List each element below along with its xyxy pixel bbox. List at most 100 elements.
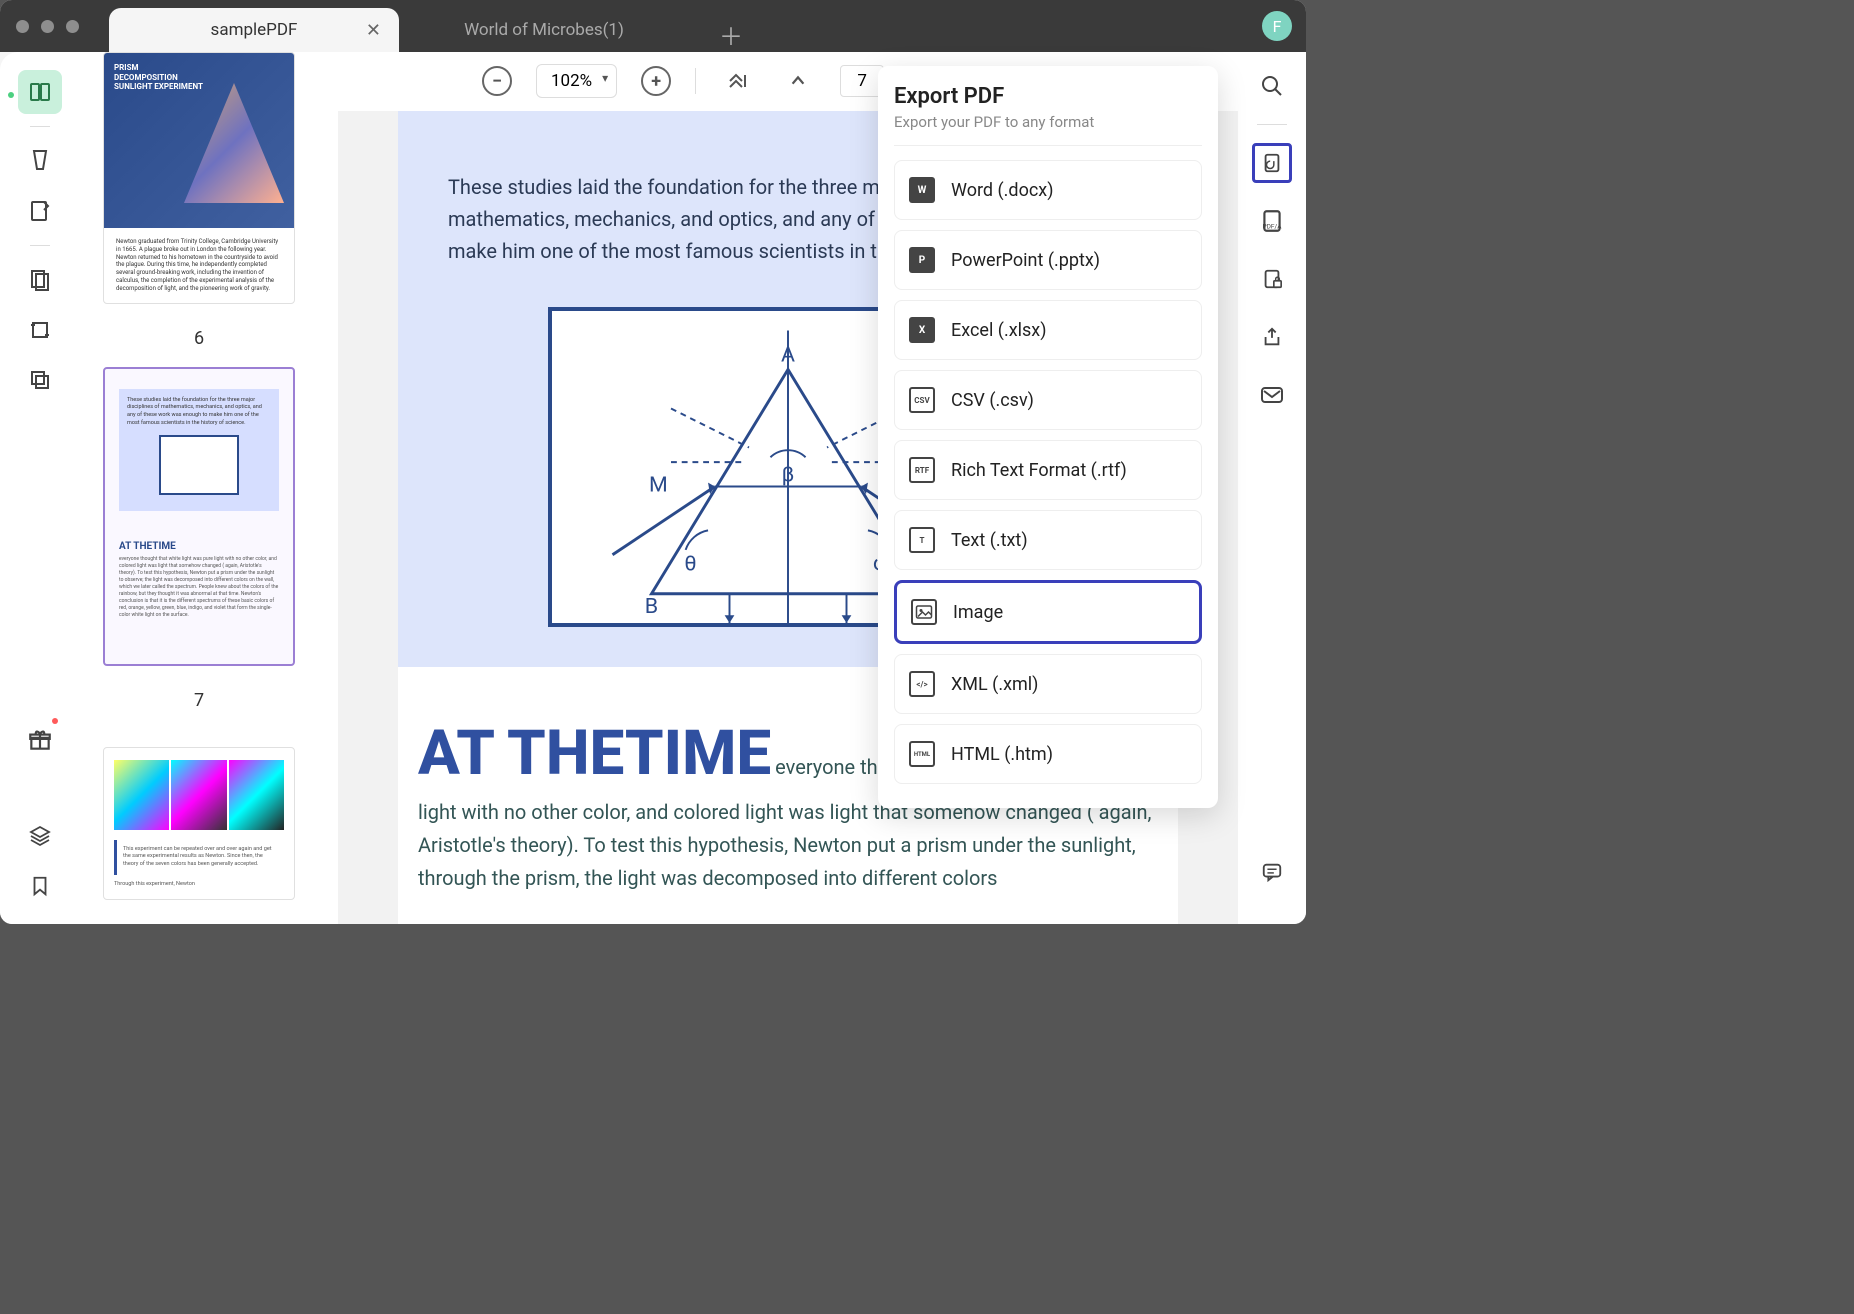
first-page-button[interactable] (720, 63, 756, 99)
thumb-7-heading: AT THETIME (119, 541, 279, 552)
search-button[interactable] (1252, 66, 1292, 106)
export-word-label: Word (.docx) (951, 180, 1053, 201)
html-icon: HTML (909, 741, 935, 767)
layers-icon (28, 824, 52, 848)
crop-tool[interactable] (18, 308, 62, 352)
export-html[interactable]: HTML HTML (.htm) (894, 724, 1202, 784)
page-thumbnail-6[interactable]: PRISM DECOMPOSITION SUNLIGHT EXPERIMENT … (103, 52, 295, 304)
export-rtf[interactable]: RTF Rich Text Format (.rtf) (894, 440, 1202, 500)
export-rtf-label: Rich Text Format (.rtf) (951, 460, 1127, 481)
comments-button[interactable] (1252, 852, 1292, 892)
prev-page-button[interactable] (780, 63, 816, 99)
thumbnails-tool[interactable] (18, 70, 62, 114)
csv-icon: CSV (909, 387, 935, 413)
left-toolbar (0, 52, 80, 924)
pages-tool[interactable] (18, 258, 62, 302)
search-icon (1260, 74, 1284, 98)
xml-icon: </> (909, 671, 935, 697)
export-subtitle: Export your PDF to any format (894, 113, 1202, 146)
crop-icon (28, 318, 52, 342)
close-window-button[interactable] (16, 20, 29, 33)
thumb-7-label: 7 (194, 690, 204, 711)
document-tabs: samplePDF ✕ World of Microbes(1) ＋ (109, 0, 1306, 52)
tab-samplepdf[interactable]: samplePDF ✕ (109, 8, 399, 52)
thumb-6-title: PRISM DECOMPOSITION SUNLIGHT EXPERIMENT (114, 63, 204, 92)
thumb-8-text2: Through this experiment, Newton (114, 881, 284, 887)
export-txt-label: Text (.txt) (951, 530, 1028, 551)
page-thumbnail-7[interactable]: These studies laid the foundation for th… (103, 367, 295, 666)
comment-icon (1260, 861, 1284, 883)
export-title: Export PDF (894, 84, 1202, 109)
maximize-window-button[interactable] (66, 20, 79, 33)
protect-button[interactable] (1252, 259, 1292, 299)
export-xlsx-label: Excel (.xlsx) (951, 320, 1047, 341)
zoom-value: 102% (551, 71, 592, 91)
svg-text:B: B (645, 594, 658, 619)
user-avatar[interactable]: F (1262, 11, 1292, 41)
pdfa-icon: PDF/A (1259, 208, 1285, 234)
thumb-8-text: This experiment can be repeated over and… (114, 840, 284, 875)
export-xml-label: XML (.xml) (951, 674, 1038, 695)
mail-icon (1260, 385, 1284, 405)
export-file-icon (1261, 151, 1283, 175)
bookmark-tool[interactable] (18, 864, 62, 908)
mail-button[interactable] (1252, 375, 1292, 415)
page-thumbnail-8[interactable]: This experiment can be repeated over and… (103, 747, 295, 900)
share-button[interactable] (1252, 317, 1292, 357)
thumb-6-caption: Newton graduated from Trinity College, C… (104, 228, 294, 303)
gift-tool[interactable] (18, 718, 62, 762)
close-tab-icon[interactable]: ✕ (366, 20, 381, 41)
titlebar: samplePDF ✕ World of Microbes(1) ＋ F (0, 0, 1306, 52)
pages-icon (28, 268, 52, 292)
export-txt[interactable]: T Text (.txt) (894, 510, 1202, 570)
thumb-7-body: everyone thought that white light was pu… (119, 556, 279, 619)
export-powerpoint[interactable]: P PowerPoint (.pptx) (894, 230, 1202, 290)
layers-tool[interactable] (18, 814, 62, 858)
excel-icon: X (909, 317, 935, 343)
export-word[interactable]: W Word (.docx) (894, 160, 1202, 220)
new-tab-button[interactable]: ＋ (719, 17, 743, 52)
txt-icon: T (909, 527, 935, 553)
thumb-7-band: These studies laid the foundation for th… (127, 397, 271, 428)
powerpoint-icon: P (909, 247, 935, 273)
svg-text:A: A (781, 342, 795, 367)
zoom-select[interactable]: 102% (536, 64, 617, 98)
share-icon (1261, 325, 1283, 349)
highlighter-tool[interactable] (18, 139, 62, 183)
book-icon (28, 80, 52, 104)
thumb-6-label: 6 (194, 328, 204, 349)
export-csv[interactable]: CSV CSV (.csv) (894, 370, 1202, 430)
rtf-icon: RTF (909, 457, 935, 483)
export-excel[interactable]: X Excel (.xlsx) (894, 300, 1202, 360)
tab-label: World of Microbes(1) (464, 20, 624, 40)
image-icon (911, 599, 937, 625)
export-ppt-label: PowerPoint (.pptx) (951, 250, 1100, 271)
export-image[interactable]: Image (894, 580, 1202, 644)
zoom-in-button[interactable]: + (641, 66, 671, 96)
highlighter-icon (28, 149, 52, 173)
pdfa-button[interactable]: PDF/A (1252, 201, 1292, 241)
tab-label: samplePDF (211, 20, 298, 40)
batch-tool[interactable] (18, 358, 62, 402)
lock-file-icon (1261, 267, 1283, 291)
bookmark-icon (29, 874, 51, 898)
stack-icon (28, 368, 52, 392)
tab-world-of-microbes[interactable]: World of Microbes(1) (399, 8, 689, 52)
zoom-out-button[interactable]: − (482, 66, 512, 96)
first-page-icon (728, 71, 748, 91)
export-format-list: W Word (.docx) P PowerPoint (.pptx) X Ex… (894, 160, 1202, 784)
avatar-initial: F (1273, 17, 1282, 36)
svg-text:M: M (649, 472, 668, 497)
svg-text:β: β (782, 462, 795, 487)
export-xml[interactable]: </> XML (.xml) (894, 654, 1202, 714)
export-html-label: HTML (.htm) (951, 744, 1053, 765)
note-tool[interactable] (18, 189, 62, 233)
page-heading: AT THETIME (418, 717, 771, 790)
thumbnail-panel: PRISM DECOMPOSITION SUNLIGHT EXPERIMENT … (80, 52, 338, 924)
export-image-label: Image (953, 602, 1003, 623)
svg-text:θ: θ (684, 551, 696, 576)
svg-text:PDF/A: PDF/A (1263, 223, 1283, 231)
minimize-window-button[interactable] (41, 20, 54, 33)
export-pdf-button[interactable] (1252, 143, 1292, 183)
window-controls (16, 20, 79, 33)
